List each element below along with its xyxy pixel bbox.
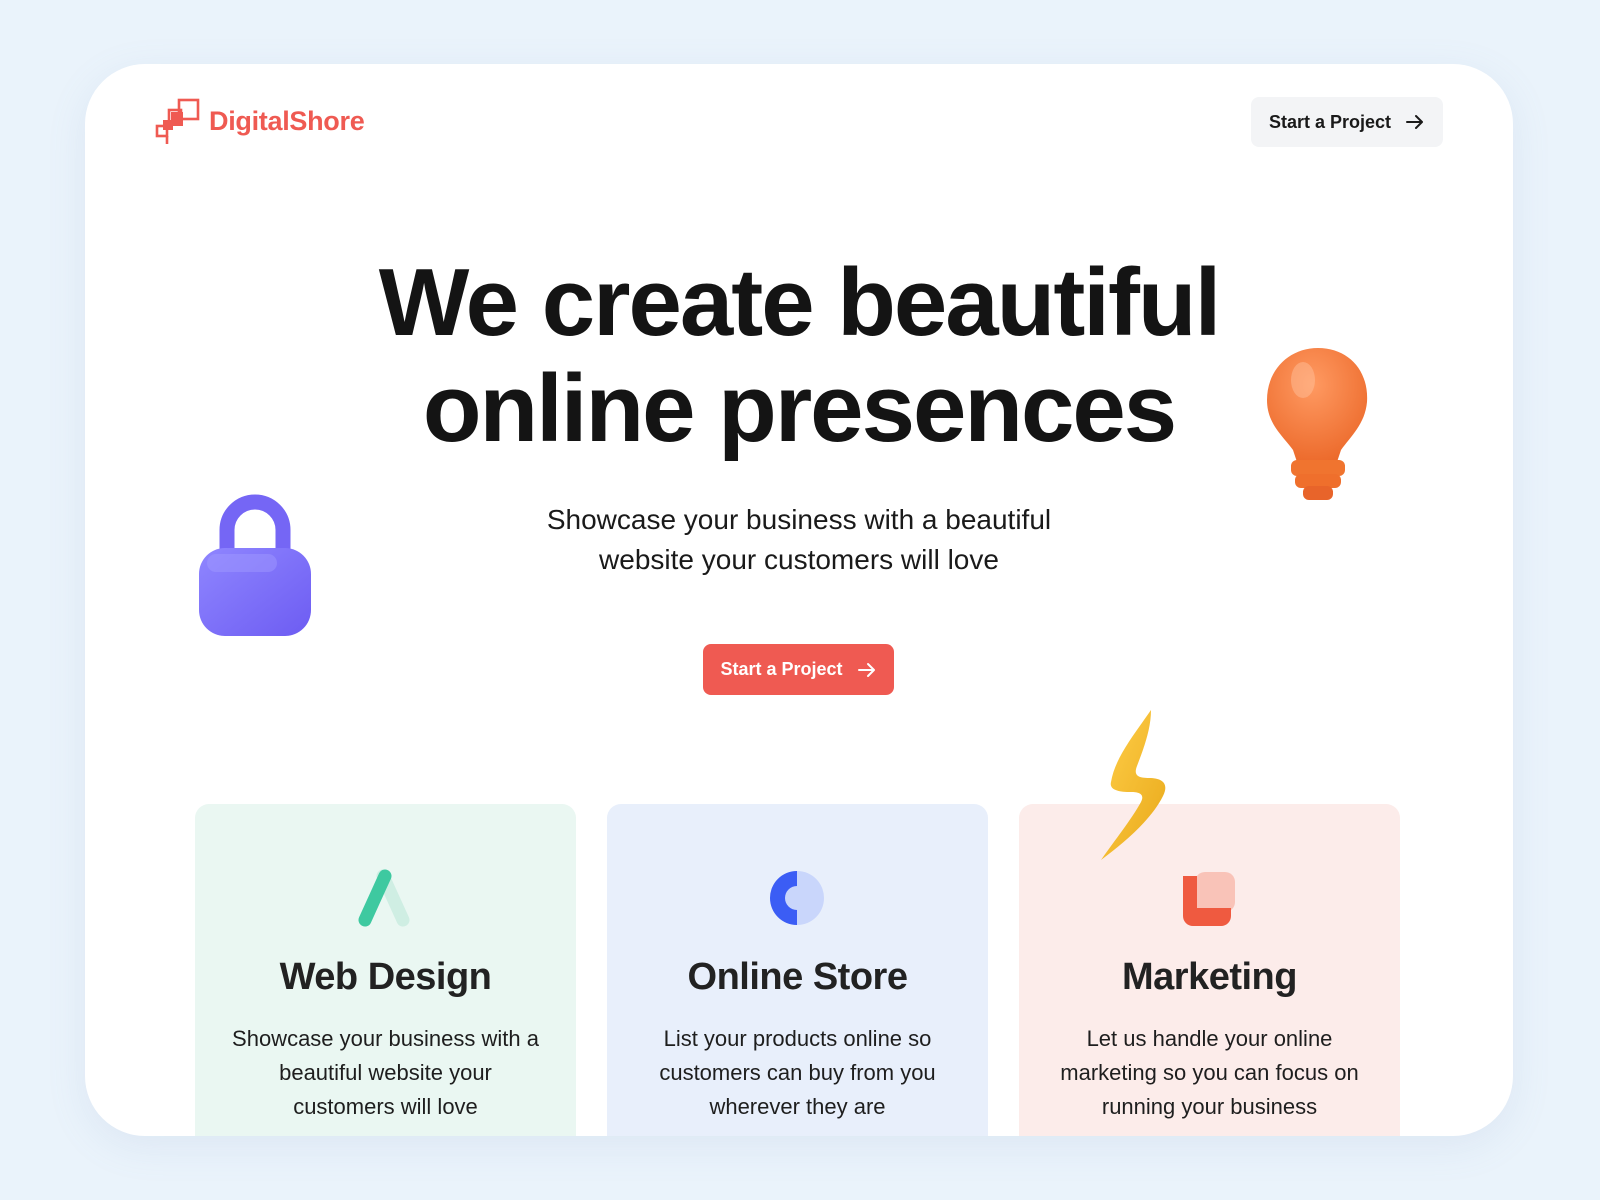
brand-logo[interactable]: DigitalShore bbox=[155, 98, 365, 144]
marketing-icon bbox=[1183, 872, 1235, 926]
service-description-line: running your business bbox=[1101, 1094, 1318, 1119]
brand-name: DigitalShore bbox=[209, 105, 365, 136]
service-description-line: Let us handle your online bbox=[1086, 1026, 1333, 1051]
hero-start-project-button[interactable]: Start a Project bbox=[703, 644, 894, 695]
service-description-line: List your products online so bbox=[663, 1026, 932, 1051]
page-frame: DigitalShore Start a Project We create b… bbox=[85, 64, 1513, 1136]
online-store-icon bbox=[770, 871, 824, 925]
service-description-line: customers will love bbox=[293, 1094, 478, 1119]
lock-icon bbox=[199, 494, 311, 636]
service-card-online-store[interactable]: Online Store List your products online s… bbox=[607, 804, 988, 1136]
service-description-line: customers can buy from you bbox=[659, 1060, 936, 1085]
service-card-marketing[interactable]: Marketing Let us handle your online mark… bbox=[1019, 804, 1400, 1136]
service-description-line: Showcase your business with a bbox=[232, 1026, 539, 1051]
service-title: Web Design bbox=[279, 956, 492, 998]
service-title: Online Store bbox=[687, 956, 908, 998]
lightning-bolt-icon bbox=[1101, 710, 1166, 860]
hero-cta-label: Start a Project bbox=[720, 659, 843, 679]
service-description-line: marketing so you can focus on bbox=[1060, 1060, 1359, 1085]
stair-squares-logo-icon bbox=[155, 98, 200, 144]
service-description-line: beautiful website your bbox=[279, 1060, 492, 1085]
service-description: Let us handle your online marketing so y… bbox=[1049, 1022, 1370, 1124]
header-cta-label: Start a Project bbox=[1268, 111, 1392, 132]
service-description: Showcase your business with a beautiful … bbox=[225, 1022, 546, 1124]
service-description-line: wherever they are bbox=[709, 1094, 886, 1119]
hero-title-line: We create beautiful bbox=[378, 249, 1221, 356]
service-description: List your products online so customers c… bbox=[637, 1022, 958, 1124]
header-start-project-button[interactable]: Start a Project bbox=[1251, 97, 1443, 147]
service-card-web-design[interactable]: Web Design Showcase your business with a… bbox=[195, 804, 576, 1136]
service-title: Marketing bbox=[1122, 956, 1297, 998]
arrow-right-icon bbox=[857, 662, 875, 677]
arrow-right-icon bbox=[1406, 115, 1424, 129]
lightbulb-icon bbox=[1267, 348, 1368, 500]
web-design-icon bbox=[358, 869, 410, 927]
